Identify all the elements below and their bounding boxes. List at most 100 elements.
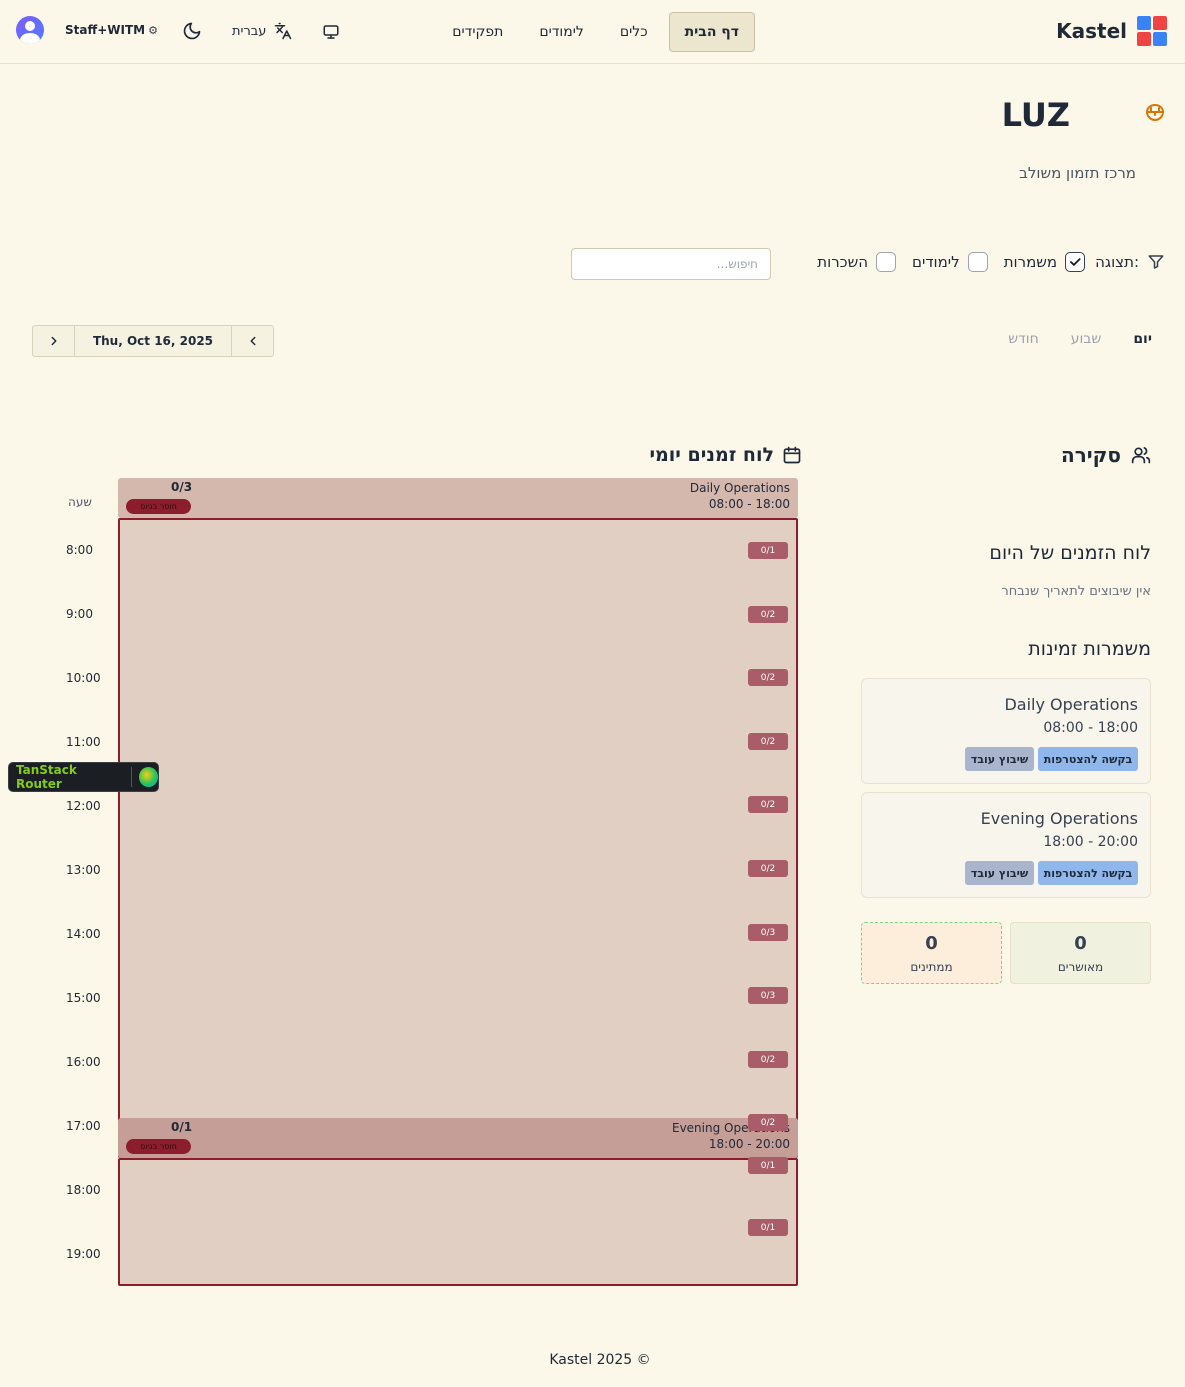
shift-body-evening[interactable] (118, 1158, 798, 1286)
checkbox-studies-label: לימודים (912, 253, 960, 271)
language-label: עברית (232, 23, 267, 39)
logo-grid-icon (1137, 16, 1167, 46)
checkbox-rentals[interactable] (876, 252, 897, 272)
shift-header-evening[interactable]: Evening Operations 18:00 - 20:00 0/1 חוס… (118, 1118, 798, 1158)
slot-count-badge[interactable]: 0/2 (748, 796, 788, 813)
schedule-title-text: לוח זמנים יומי (649, 444, 774, 466)
page-title: LUZ (1001, 96, 1070, 134)
overview-title: סקירה (1061, 443, 1151, 467)
request-join-button[interactable]: בקשה להצטרפות (1038, 861, 1138, 885)
shift-card-name: Evening Operations (980, 809, 1138, 828)
slot-count-badge[interactable]: 0/2 (748, 669, 788, 686)
next-day-button[interactable] (33, 326, 74, 356)
overview-title-text: סקירה (1061, 443, 1121, 467)
nav-roles[interactable]: תפקידים (437, 12, 518, 52)
tanstack-devtools-button[interactable]: TanStack Router (8, 762, 159, 792)
checkbox-shifts[interactable] (1065, 252, 1086, 272)
slot-count-badge[interactable]: 0/3 (748, 987, 788, 1004)
slot-count-badge[interactable]: 0/1 (748, 1157, 788, 1174)
time-label: 18:00 (66, 1183, 101, 1197)
shift-count: 0/3 (171, 480, 193, 494)
shift-name: Daily Operations (689, 481, 790, 495)
footer-copyright: Kastel 2025 © (549, 1352, 651, 1368)
time-label: 15:00 (66, 991, 101, 1005)
time-label: 16:00 (66, 1055, 101, 1069)
user-role-label: Staff+WITM (65, 23, 146, 37)
main-nav: דף הבית כלים לימודים תפקידים (437, 12, 755, 52)
avatar[interactable] (16, 16, 44, 44)
today-empty-message: אין שיבוצים לתאריך שנבחר (1001, 584, 1151, 599)
top-bar: Kastel דף הבית כלים לימודים תפקידים Staf… (0, 0, 1185, 64)
shift-card-name: Daily Operations (1004, 695, 1138, 714)
checkbox-studies[interactable] (967, 252, 988, 272)
date-navigator: Thu, Oct 16, 2025 (32, 325, 274, 357)
current-date[interactable]: Thu, Oct 16, 2025 (74, 326, 232, 356)
time-label: 17:00 (66, 1119, 101, 1133)
checkbox-shifts-label: משמרות (1003, 253, 1058, 271)
shift-time: 08:00 - 18:00 (708, 497, 790, 511)
shift-time: 18:00 - 20:00 (708, 1137, 790, 1151)
tanstack-logo-icon (139, 767, 158, 787)
slot-count-badge[interactable]: 0/2 (748, 606, 788, 623)
time-label: 19:00 (66, 1247, 101, 1261)
available-shifts-title: משמרות זמינות (1028, 638, 1151, 660)
language-toggle[interactable]: עברית (232, 22, 292, 40)
today-schedule-title: לוח הזמנים של היום (989, 542, 1151, 564)
tab-week[interactable]: שבוע (1071, 331, 1102, 347)
users-icon (1131, 447, 1151, 464)
time-column-header: שעה (68, 495, 92, 509)
nav-tools[interactable]: כלים (605, 12, 663, 52)
shift-count: 0/1 (171, 1120, 193, 1134)
filter-bar: תצוגה: משמרות לימודים השכרות (801, 252, 1165, 272)
time-label: 9:00 (66, 607, 93, 621)
tanstack-label: TanStack Router (16, 763, 77, 791)
slot-count-badge[interactable]: 0/1 (748, 542, 788, 559)
slot-count-badge[interactable]: 0/3 (748, 924, 788, 941)
slot-count-badge[interactable]: 0/2 (748, 733, 788, 750)
slot-count-badge[interactable]: 0/2 (748, 1114, 788, 1131)
schedule-grid: Daily Operations 08:00 - 18:00 0/3 חוסר … (118, 478, 798, 1286)
chevron-left-icon (250, 336, 255, 346)
stat-label: ממתינים (910, 960, 953, 974)
time-label: 13:00 (66, 863, 101, 877)
assign-employee-button[interactable]: שיבוץ עובד (965, 747, 1034, 771)
time-label: 10:00 (66, 671, 101, 685)
shift-card-daily: Daily Operations 08:00 - 18:00 בקשה להצט… (861, 678, 1151, 784)
monitor-icon[interactable] (322, 23, 340, 41)
nav-studies[interactable]: לימודים (524, 12, 598, 52)
moon-icon[interactable] (182, 21, 202, 41)
divider (131, 767, 133, 787)
stat-label: מאושרים (1057, 960, 1104, 974)
shift-card-time: 08:00 - 18:00 (1043, 720, 1138, 736)
time-label: 8:00 (66, 543, 93, 557)
nav-home[interactable]: דף הבית (668, 12, 755, 52)
shift-body-daily[interactable] (118, 518, 798, 1158)
checkbox-rentals-label: השכרות (817, 253, 869, 271)
slot-count-badge[interactable]: 0/2 (748, 860, 788, 877)
time-label: 14:00 (66, 927, 101, 941)
request-join-button[interactable]: בקשה להצטרפות (1038, 747, 1138, 771)
shift-header-daily[interactable]: Daily Operations 08:00 - 18:00 0/3 חוסר … (118, 478, 798, 518)
brain-icon (1146, 104, 1164, 121)
view-tabs: יום שבוע חודש (1008, 331, 1152, 347)
stat-value: 0 (925, 933, 938, 954)
funnel-icon (1148, 255, 1164, 269)
filter-label: תצוגה: (1095, 253, 1139, 271)
logo-text: Kastel (1056, 19, 1127, 43)
tab-month[interactable]: חודש (1008, 331, 1039, 347)
assign-employee-button[interactable]: שיבוץ עובד (965, 861, 1034, 885)
search-input[interactable] (571, 248, 771, 280)
prev-day-button[interactable] (232, 326, 273, 356)
time-label: 12:00 (66, 799, 101, 813)
tab-day[interactable]: יום (1133, 331, 1152, 347)
schedule-title: לוח זמנים יומי (649, 444, 802, 466)
calendar-icon (783, 446, 801, 464)
chevron-right-icon (51, 336, 56, 346)
status-badge: חוסר בגיוס (126, 1139, 191, 1154)
user-menu[interactable]: Staff+WITM ⚙ (16, 16, 158, 44)
slot-count-badge[interactable]: 0/2 (748, 1051, 788, 1068)
status-badge: חוסר בגיוס (126, 499, 191, 514)
slot-count-badge[interactable]: 0/1 (748, 1219, 788, 1236)
logo[interactable]: Kastel (1056, 16, 1167, 46)
translate-icon (275, 22, 292, 40)
